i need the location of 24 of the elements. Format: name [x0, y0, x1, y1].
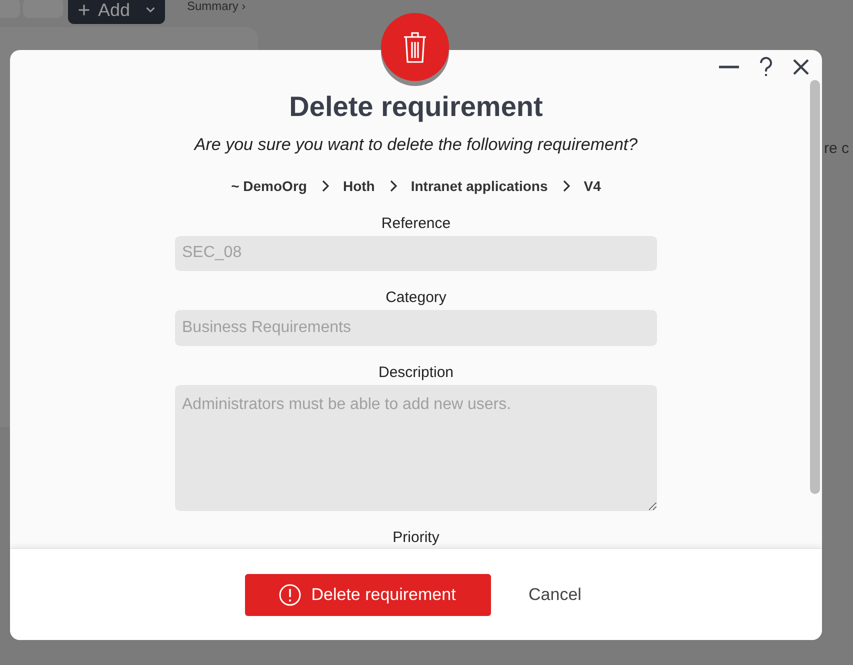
cancel-button[interactable]: Cancel [522, 580, 588, 608]
delete-button[interactable]: Delete requirement [244, 574, 491, 616]
field-label: Category [386, 288, 446, 308]
breadcrumb-link[interactable]: Summary › [187, 0, 246, 13]
plus-icon [78, 2, 90, 18]
close-icon[interactable] [792, 56, 810, 78]
path-item: Intranet applications [410, 176, 548, 196]
path-item: V4 [584, 176, 601, 196]
dialog-title: Delete requirement [289, 90, 543, 124]
field-label: Reference [381, 214, 451, 234]
help-icon[interactable] [758, 56, 774, 78]
caret-icon [146, 6, 155, 14]
alert-icon [279, 584, 302, 606]
add-button[interactable]: Add [68, 0, 165, 24]
path-item: ~ DemoOrg [231, 176, 307, 196]
field-label: Priority [392, 528, 440, 548]
confirmation-question: Are you sure you want to delete the following requirement? [194, 134, 638, 156]
chevron-icon [388, 180, 397, 192]
chevron-icon [320, 180, 329, 192]
scrollbar[interactable] [810, 80, 820, 494]
field-label: Description [378, 362, 454, 383]
chevron-icon [562, 180, 570, 192]
path-item: Hoth [342, 176, 375, 196]
text-fragment: re c [824, 139, 850, 159]
